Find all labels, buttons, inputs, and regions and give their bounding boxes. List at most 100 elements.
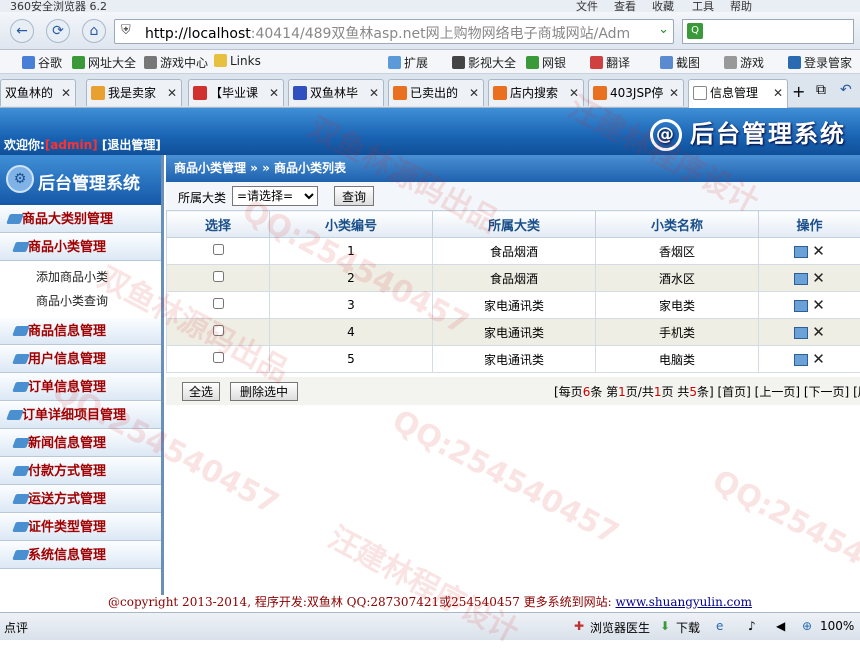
gear-icon: ⚙ [6,165,34,193]
menu-favorites[interactable]: 收藏 [652,0,674,12]
search-engine-icon[interactable]: Q [687,23,703,39]
col-id: 小类编号 [270,211,433,238]
sidebar-item-shipping[interactable]: 运送方式管理 [0,485,161,513]
page-icon [693,86,707,100]
tab-5[interactable]: 已卖出的✕ [388,79,484,106]
tab-7[interactable]: 403JSP停✕ [588,79,684,106]
app-header: 欢迎你:[admin] [退出管理] @后台管理系统 [0,108,860,155]
sidebar-item-category-management[interactable]: 商品大类别管理 [0,205,161,233]
sidebar-item-payment[interactable]: 付款方式管理 [0,457,161,485]
row-id: 5 [270,346,433,373]
tab-1[interactable]: 双鱼林的✕ [0,79,76,106]
pager-last[interactable]: [尾 [853,385,860,399]
row-checkbox[interactable] [213,298,224,309]
menu-view[interactable]: 查看 [614,0,636,12]
speaker-icon[interactable]: ♪ [748,619,756,633]
menu-help[interactable]: 帮助 [730,0,752,12]
edit-icon[interactable] [794,246,808,258]
fav-google[interactable]: 谷歌 [22,54,62,71]
address-bar[interactable]: ⛨ http://localhost:40414/489双鱼林asp.net网上… [114,19,674,44]
delete-icon[interactable]: ✕ [812,323,825,341]
back-arrow-icon[interactable]: ← [10,19,34,43]
row-checkbox[interactable] [213,244,224,255]
status-download[interactable]: 下载 [676,619,700,636]
logout-link[interactable]: [退出管理] [102,138,161,152]
sidebar-link-add-subcategory[interactable]: 添加商品小类 [0,265,161,289]
close-icon[interactable]: ✕ [773,80,783,106]
tab-4[interactable]: 双鱼林毕✕ [288,79,384,106]
website-link[interactable]: www.shuangyulin.com [616,595,752,609]
pager-prev[interactable]: [上一页] [755,385,800,399]
delete-icon[interactable]: ✕ [812,242,825,260]
refresh-icon[interactable]: ⟳ [46,19,70,43]
close-icon[interactable]: ✕ [61,80,71,106]
query-button[interactable]: 查询 [334,186,374,206]
sidebar-item-subcategory-management[interactable]: 商品小类管理 [0,233,161,261]
sidebar-link-query-subcategory[interactable]: 商品小类查询 [0,289,161,313]
new-tab-icon[interactable]: + [792,82,805,101]
status-zoom[interactable]: 100% [820,619,854,633]
tab-8-active[interactable]: 信息管理✕ [688,79,788,108]
edit-icon[interactable] [794,273,808,285]
restore-tab-icon[interactable]: ⧉ [816,82,826,98]
row-actions: ✕ [759,346,860,373]
fav-screenshot[interactable]: 截图 [660,54,700,71]
row-parent: 家电通讯类 [433,319,596,346]
fav-links[interactable]: Links [214,54,261,68]
fav-extensions[interactable]: 扩展 [388,54,428,71]
close-icon[interactable]: ✕ [167,80,177,106]
undo-icon[interactable]: ↶ [840,82,852,98]
dropdown-arrow-icon[interactable]: ⌄ [658,22,669,37]
ie-icon[interactable]: e [716,619,723,633]
row-actions: ✕ [759,292,860,319]
fav-video[interactable]: 影视大全 [452,54,516,71]
pager-first[interactable]: [首页] [717,385,750,399]
sound-icon[interactable]: ◀ [776,619,785,633]
home-icon[interactable]: ⌂ [82,19,106,43]
select-all-button[interactable]: 全选 [182,382,220,401]
sidebar-item-order-detail[interactable]: 订单详细项目管理 [0,401,161,429]
pager-next[interactable]: [下一页] [804,385,849,399]
sidebar-item-system[interactable]: 系统信息管理 [0,541,161,569]
delete-icon[interactable]: ✕ [812,350,825,368]
fav-translate[interactable]: 翻译 [590,54,630,71]
address-url[interactable]: http://localhost:40414/489双鱼林asp.net网上购物… [145,23,645,43]
video-icon [452,56,465,69]
menu-file[interactable]: 文件 [576,0,598,12]
fav-bank[interactable]: 网银 [526,54,566,71]
tab-3[interactable]: 【毕业课✕ [188,79,284,106]
sidebar-item-order[interactable]: 订单信息管理 [0,373,161,401]
row-checkbox[interactable] [213,271,224,282]
close-icon[interactable]: ✕ [569,80,579,106]
edit-icon[interactable] [794,327,808,339]
category-select[interactable]: =请选择= [232,186,318,206]
edit-icon[interactable] [794,300,808,312]
fav-game-center[interactable]: 游戏中心 [144,54,208,71]
close-icon[interactable]: ✕ [369,80,379,106]
search-box[interactable]: Q [682,19,854,44]
delete-selected-button[interactable]: 删除选中 [230,382,298,401]
tab-6[interactable]: 店内搜索✕ [488,79,584,106]
row-checkbox[interactable] [213,325,224,336]
browser-status-bar: 点评 ✚ 浏览器医生 ⬇ 下载 e ♪ ◀ ⊕ 100% [0,612,860,640]
close-icon[interactable]: ✕ [269,80,279,106]
status-doctor[interactable]: 浏览器医生 [590,619,650,636]
status-comment[interactable]: 点评 [4,619,28,636]
directory-icon [72,56,85,69]
close-icon[interactable]: ✕ [469,80,479,106]
delete-icon[interactable]: ✕ [812,269,825,287]
sidebar-item-news[interactable]: 新闻信息管理 [0,429,161,457]
close-icon[interactable]: ✕ [669,80,679,106]
fav-games[interactable]: 游戏 [724,54,764,71]
edit-icon[interactable] [794,354,808,366]
fav-login-manager[interactable]: 登录管家 [788,54,852,71]
delete-icon[interactable]: ✕ [812,296,825,314]
tab-2[interactable]: 我是卖家✕ [86,79,182,106]
sidebar-item-product[interactable]: 商品信息管理 [0,317,161,345]
sidebar-item-user[interactable]: 用户信息管理 [0,345,161,373]
sidebar-item-id-type[interactable]: 证件类型管理 [0,513,161,541]
menu-tools[interactable]: 工具 [692,0,714,12]
row-id: 4 [270,319,433,346]
fav-site-directory[interactable]: 网址大全 [72,54,136,71]
row-checkbox[interactable] [213,352,224,363]
